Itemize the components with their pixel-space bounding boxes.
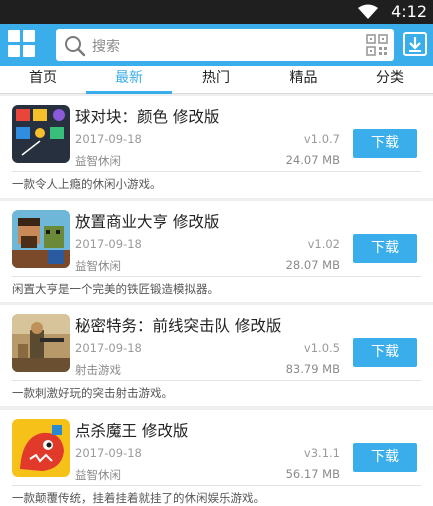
app-version: v1.0.7 [303, 132, 340, 146]
app-category: 射击游戏 [75, 363, 121, 377]
search-placeholder: 搜索 [92, 39, 120, 55]
divider [12, 485, 421, 486]
app-version: v3.1.1 [303, 446, 340, 460]
app-category: 益智休闲 [75, 259, 121, 273]
tab-indicator [86, 91, 172, 94]
app-date: 2017-09-18 [75, 446, 142, 460]
app-date: 2017-09-18 [75, 237, 142, 251]
download-button[interactable]: 下载 [353, 129, 417, 158]
divider [12, 276, 421, 277]
app-category: 益智休闲 [75, 468, 121, 482]
download-button[interactable]: 下载 [353, 234, 417, 263]
app-size: 56.17 MB [285, 467, 340, 481]
app-description: 一款令人上瘾的休闲小游戏。 [12, 177, 162, 191]
app-thumbnail [12, 210, 70, 268]
tab-latest[interactable]: 最新 [86, 66, 172, 94]
divider [12, 380, 421, 381]
list-item[interactable]: 点杀魔王 修改版 2017-09-18 益智休闲 v3.1.1 56.17 MB… [0, 410, 433, 506]
app-description: 闲置大亨是一个完美的铁匠锻造模拟器。 [12, 282, 219, 296]
tab-categories[interactable]: 分类 [347, 66, 433, 94]
status-time: 4:12 [391, 2, 427, 21]
app-date: 2017-09-18 [75, 341, 142, 355]
tab-featured[interactable]: 精品 [260, 66, 347, 94]
list-item[interactable]: 球对块：颜色 修改版 2017-09-18 益智休闲 v1.0.7 24.07 … [0, 96, 433, 198]
wifi-icon [358, 4, 378, 19]
app-thumbnail [12, 314, 70, 372]
app-bar: 搜索 [0, 24, 433, 66]
qr-code-icon[interactable] [366, 34, 388, 56]
tab-bar: 首页 最新 热门 精品 分类 [0, 66, 433, 94]
divider [12, 171, 421, 172]
search-icon [65, 36, 86, 57]
status-bar: 4:12 [0, 0, 433, 24]
grid-menu-icon[interactable] [8, 30, 36, 58]
app-title[interactable]: 球对块：颜色 修改版 [75, 105, 219, 127]
app-description: 一款刺激好玩的突击射击游戏。 [12, 386, 173, 400]
app-thumbnail [12, 419, 70, 477]
search-input[interactable]: 搜索 [56, 29, 394, 61]
list-item[interactable]: 放置商业大亨 修改版 2017-09-18 益智休闲 v1.02 28.07 M… [0, 201, 433, 302]
app-description: 一款颠覆传统，挂着挂着就挂了的休闲娱乐游戏。 [12, 491, 265, 505]
download-icon[interactable] [403, 32, 427, 56]
app-size: 24.07 MB [285, 153, 340, 167]
list-item[interactable]: 秘密特务：前线突击队 修改版 2017-09-18 射击游戏 v1.0.5 83… [0, 305, 433, 406]
download-button[interactable]: 下载 [353, 443, 417, 472]
app-title[interactable]: 点杀魔王 修改版 [75, 419, 188, 441]
app-version: v1.02 [307, 237, 340, 251]
app-thumbnail [12, 105, 70, 163]
app-size: 28.07 MB [285, 258, 340, 272]
app-version: v1.0.5 [303, 341, 340, 355]
download-button[interactable]: 下载 [353, 338, 417, 367]
tab-home[interactable]: 首页 [0, 66, 86, 94]
app-date: 2017-09-18 [75, 132, 142, 146]
app-title[interactable]: 放置商业大亨 修改版 [75, 210, 219, 232]
app-category: 益智休闲 [75, 154, 121, 168]
app-title[interactable]: 秘密特务：前线突击队 修改版 [75, 314, 281, 336]
tab-hot[interactable]: 热门 [172, 66, 260, 94]
app-size: 83.79 MB [285, 362, 340, 376]
